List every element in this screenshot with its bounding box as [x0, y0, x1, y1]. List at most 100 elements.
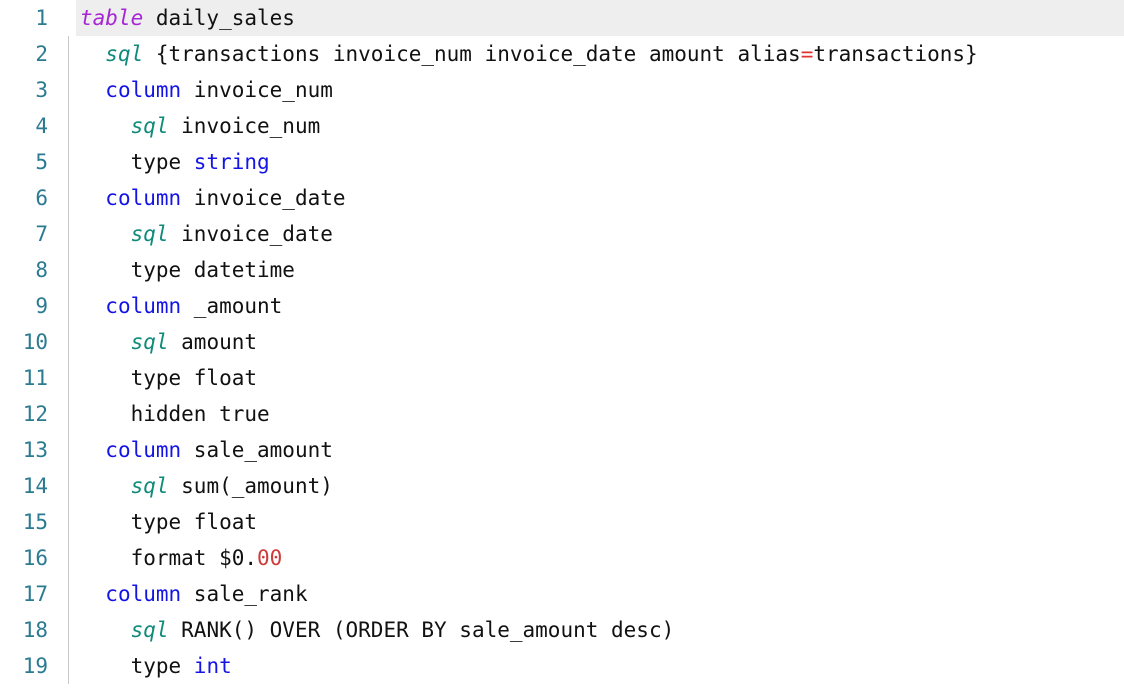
code-line[interactable]: 17 column sale_rank [0, 576, 1124, 612]
token-plain: type float [130, 366, 258, 390]
line-content-wrapper[interactable]: column _amount [76, 288, 1124, 324]
line-content-wrapper[interactable]: table daily_sales [76, 0, 1124, 36]
line-content-wrapper[interactable]: type float [76, 504, 1124, 540]
line-number: 9 [35, 294, 48, 318]
line-content-wrapper[interactable]: column sale_amount [76, 432, 1124, 468]
code-line[interactable]: 8 type datetime [0, 252, 1124, 288]
token-column: column [105, 294, 182, 318]
line-content-wrapper[interactable]: type float [76, 360, 1124, 396]
line-content-wrapper[interactable]: column invoice_num [76, 72, 1124, 108]
gutter-divider [62, 180, 76, 216]
gutter-divider [62, 288, 76, 324]
line-text[interactable]: column invoice_num [76, 72, 333, 108]
token-plain: sum(_amount) [168, 474, 333, 498]
line-text[interactable]: type float [76, 504, 257, 540]
code-line[interactable]: 13 column sale_amount [0, 432, 1124, 468]
token-table: table [80, 6, 144, 30]
line-text[interactable]: sql invoice_date [76, 216, 333, 252]
token-sql: sql [130, 222, 169, 246]
code-lines-container[interactable]: 1 table daily_sales 2 sql {transactions in… [0, 0, 1124, 684]
line-content-wrapper[interactable]: hidden true [76, 396, 1124, 432]
line-content-wrapper[interactable]: type string [76, 144, 1124, 180]
line-content-wrapper[interactable]: sql invoice_date [76, 216, 1124, 252]
line-content-wrapper[interactable]: column invoice_date [76, 180, 1124, 216]
line-content-wrapper[interactable]: sql invoice_num [76, 108, 1124, 144]
token-op: = [800, 42, 814, 66]
line-text[interactable]: table daily_sales [76, 0, 295, 36]
line-number: 4 [35, 114, 48, 138]
line-text[interactable]: sql RANK() OVER (ORDER BY sale_amount de… [76, 612, 675, 648]
line-text[interactable]: sql {transactions invoice_num invoice_da… [76, 36, 977, 72]
code-editor[interactable]: 1 table daily_sales 2 sql {transactions in… [0, 0, 1124, 690]
gutter-divider [62, 468, 76, 504]
line-text[interactable]: type int [76, 648, 232, 684]
line-text[interactable]: sql invoice_num [76, 108, 321, 144]
token-plain: type datetime [130, 258, 295, 282]
token-column: column [105, 78, 182, 102]
token-plain: invoice_date [181, 186, 346, 210]
line-content-wrapper[interactable]: sql RANK() OVER (ORDER BY sale_amount de… [76, 612, 1124, 648]
code-line[interactable]: 14 sql sum(_amount) [0, 468, 1124, 504]
token-plain: _amount [181, 294, 283, 318]
token-plain: invoice_num [181, 78, 333, 102]
line-number: 18 [22, 618, 48, 642]
code-line[interactable]: 19 type int [0, 648, 1124, 684]
line-text[interactable]: column sale_rank [76, 576, 307, 612]
line-number: 14 [22, 474, 48, 498]
gutter-divider [62, 648, 76, 684]
gutter-divider [62, 504, 76, 540]
code-line[interactable]: 3 column invoice_num [0, 72, 1124, 108]
token-plain: RANK() OVER (ORDER BY sale_amount desc) [168, 618, 675, 642]
line-content-wrapper[interactable]: type int [76, 648, 1124, 684]
code-line[interactable]: 18 sql RANK() OVER (ORDER BY sale_amount… [0, 612, 1124, 648]
line-number: 10 [22, 330, 48, 354]
line-text[interactable]: format $0.00 [76, 540, 283, 576]
token-plain: type [130, 150, 194, 174]
code-line[interactable]: 11 type float [0, 360, 1124, 396]
line-text[interactable]: sql sum(_amount) [76, 468, 333, 504]
gutter-divider [62, 0, 76, 36]
token-column: column [105, 582, 182, 606]
line-content-wrapper[interactable]: type datetime [76, 252, 1124, 288]
code-line[interactable]: 5 type string [0, 144, 1124, 180]
line-text[interactable]: sql amount [76, 324, 257, 360]
code-line[interactable]: 10 sql amount [0, 324, 1124, 360]
code-line[interactable]: 15 type float [0, 504, 1124, 540]
line-text[interactable]: type datetime [76, 252, 295, 288]
code-line[interactable]: 16 format $0.00 [0, 540, 1124, 576]
line-content-wrapper[interactable]: sql sum(_amount) [76, 468, 1124, 504]
line-content-wrapper[interactable]: sql {transactions invoice_num invoice_da… [76, 36, 1124, 72]
code-line[interactable]: 1 table daily_sales [0, 0, 1124, 36]
code-line[interactable]: 9 column _amount [0, 288, 1124, 324]
gutter-divider [62, 324, 76, 360]
line-text[interactable]: hidden true [76, 396, 270, 432]
line-number: 7 [35, 222, 48, 246]
gutter-divider [62, 540, 76, 576]
line-text[interactable]: column invoice_date [76, 180, 346, 216]
code-line[interactable]: 4 sql invoice_num [0, 108, 1124, 144]
token-plain: type float [130, 510, 258, 534]
line-text[interactable]: column sale_amount [76, 432, 333, 468]
line-number: 2 [35, 42, 48, 66]
line-content-wrapper[interactable]: format $0.00 [76, 540, 1124, 576]
line-number: 13 [22, 438, 48, 462]
line-text[interactable]: column _amount [76, 288, 282, 324]
code-line[interactable]: 12 hidden true [0, 396, 1124, 432]
gutter-divider [62, 72, 76, 108]
code-line[interactable]: 2 sql {transactions invoice_num invoice_… [0, 36, 1124, 72]
code-line[interactable]: 6 column invoice_date [0, 180, 1124, 216]
line-text[interactable]: type float [76, 360, 257, 396]
line-content-wrapper[interactable]: sql amount [76, 324, 1124, 360]
line-text[interactable]: type string [76, 144, 270, 180]
line-content-wrapper[interactable]: column sale_rank [76, 576, 1124, 612]
code-line[interactable]: 7 sql invoice_date [0, 216, 1124, 252]
